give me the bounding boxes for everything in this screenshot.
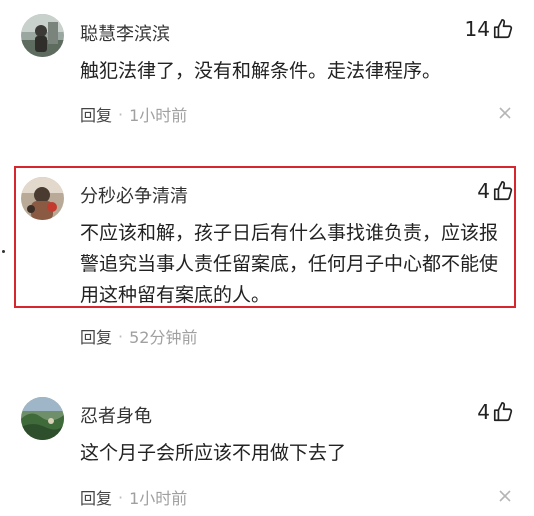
username[interactable]: 分秒必争清清	[80, 182, 188, 208]
reply-button[interactable]: 回复	[80, 485, 112, 509]
close-icon[interactable]	[498, 489, 512, 503]
avatar[interactable]	[21, 14, 64, 57]
avatar[interactable]	[21, 177, 64, 220]
like-button[interactable]: 4	[477, 400, 514, 424]
close-icon[interactable]	[498, 106, 512, 120]
like-count: 4	[477, 400, 490, 424]
timestamp: 52分钟前	[129, 328, 198, 347]
timestamp: 1小时前	[129, 106, 188, 125]
comment-text: 不应该和解，孩子日后有什么事找谁负责，应该报警追究当事人责任留案底，任何月子中心…	[80, 222, 499, 306]
like-count: 4	[477, 179, 490, 203]
comment-meta: 回复 · 52分钟前	[80, 324, 197, 348]
reply-button[interactable]: 回复	[80, 324, 112, 348]
like-count: 14	[464, 17, 490, 41]
stray-dot	[2, 250, 5, 253]
thumbs-up-icon	[492, 401, 514, 423]
thumbs-up-icon	[492, 180, 514, 202]
like-button[interactable]: 14	[465, 17, 514, 41]
comment-text: 触犯法律了，没有和解条件。走法律程序。	[80, 60, 442, 82]
separator-dot: ·	[118, 326, 124, 346]
separator-dot: ·	[118, 104, 124, 124]
timestamp: 1小时前	[129, 489, 188, 508]
thumbs-up-icon	[492, 18, 514, 40]
reply-button[interactable]: 回复	[80, 102, 112, 126]
avatar[interactable]	[21, 397, 64, 440]
username[interactable]: 忍者身龟	[80, 402, 152, 428]
comment-meta: 回复 · 1小时前	[80, 485, 187, 509]
separator-dot: ·	[118, 487, 124, 507]
like-button[interactable]: 4	[477, 179, 514, 203]
username[interactable]: 聪慧李滨滨	[80, 20, 170, 46]
comment-meta: 回复 · 1小时前	[80, 102, 187, 126]
comment-text: 这个月子会所应该不用做下去了	[80, 442, 347, 464]
